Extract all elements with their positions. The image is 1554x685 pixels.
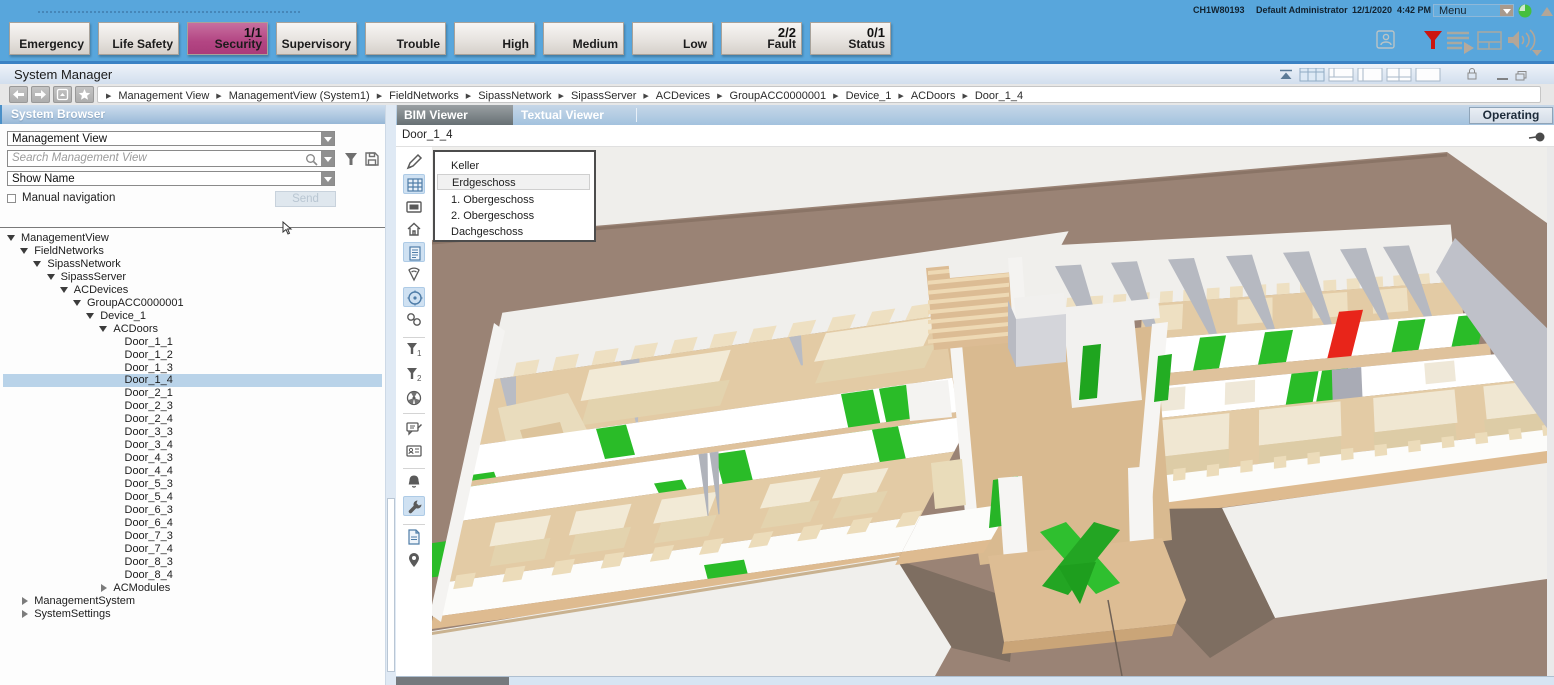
svg-text:1: 1: [417, 349, 422, 358]
svg-text:2: 2: [417, 374, 422, 383]
